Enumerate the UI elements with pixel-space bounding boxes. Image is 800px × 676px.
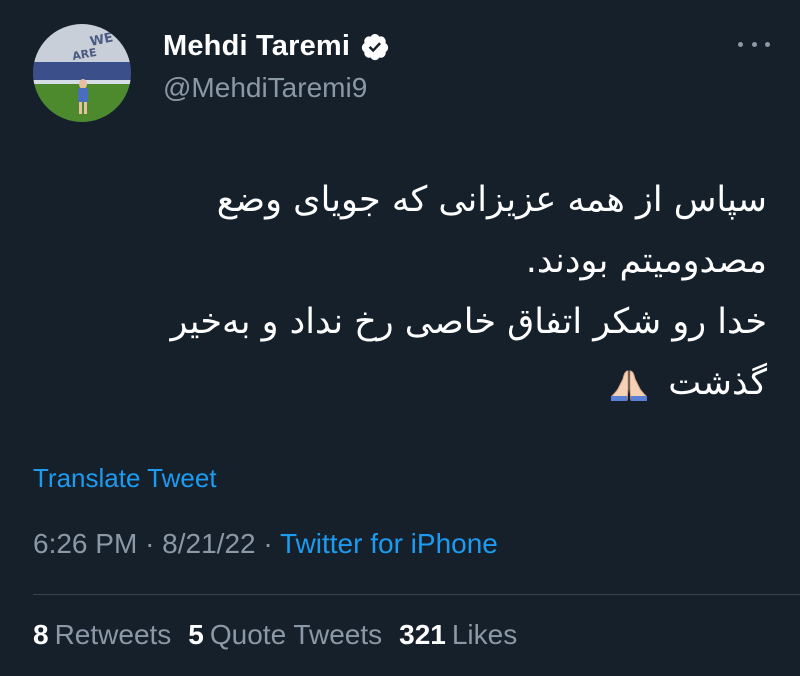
tweet-line: خدا رو شکر اتفاق خاصی رخ نداد و به‌خیر: [170, 302, 767, 342]
folded-hands-icon: [611, 370, 648, 401]
tweet-detail: WE ARE Mehdi Taremi @MehdiTaremi9 سپاس ا…: [0, 0, 800, 676]
tweet-line: مصدومیتم بودند.: [525, 241, 767, 281]
quote-tweets-label: Quote Tweets: [209, 619, 383, 650]
dot: [765, 41, 770, 47]
retweets-label: Retweets: [54, 619, 172, 650]
dot: [751, 41, 757, 47]
display-name[interactable]: Mehdi Taremi: [163, 30, 350, 63]
more-options-icon[interactable]: [738, 34, 770, 54]
verified-badge-icon: [362, 33, 389, 60]
name-row: Mehdi Taremi: [163, 30, 390, 63]
retweets-count: 8: [33, 619, 49, 650]
tweet-meta: 6:26 PM · 8/21/22 · Twitter for iPhone: [33, 528, 498, 560]
tweet-line-last: گذشت: [37, 353, 767, 414]
quote-tweets-count: 5: [188, 619, 204, 650]
tweet-source-link[interactable]: Twitter for iPhone: [280, 528, 498, 559]
tweet-text: سپاس از همه عزیزانی که جویای وضع مصدومیت…: [37, 170, 767, 414]
likes-count: 321: [399, 619, 446, 650]
tweet-line: گذشت: [668, 363, 767, 403]
quote-tweets-stat[interactable]: 5 Quote Tweets: [188, 619, 382, 651]
likes-stat[interactable]: 321 Likes: [399, 619, 517, 651]
meta-separator: ·: [263, 528, 273, 559]
tweet-time[interactable]: 6:26 PM: [33, 528, 137, 559]
user-handle[interactable]: @MehdiTaremi9: [163, 72, 367, 104]
translate-tweet-link[interactable]: Translate Tweet: [33, 463, 217, 494]
tweet-stats: 8 Retweets 5 Quote Tweets 321 Likes: [33, 619, 517, 651]
dot: [738, 41, 743, 47]
divider: [33, 594, 800, 595]
tweet-line: سپاس از همه عزیزانی که جویای وضع: [216, 180, 767, 220]
meta-separator: ·: [145, 528, 155, 559]
retweets-stat[interactable]: 8 Retweets: [33, 619, 171, 651]
avatar[interactable]: WE ARE: [33, 24, 131, 122]
tweet-date[interactable]: 8/21/22: [162, 528, 255, 559]
likes-label: Likes: [451, 619, 518, 650]
